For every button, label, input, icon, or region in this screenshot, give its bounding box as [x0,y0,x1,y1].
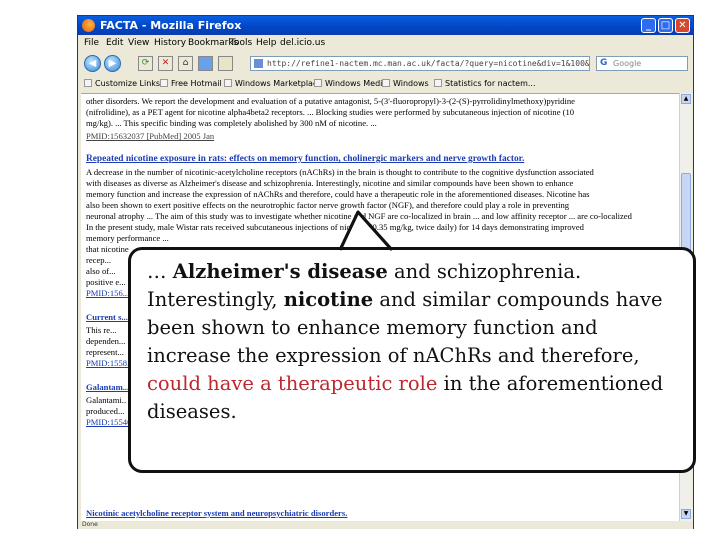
search-placeholder: Google [613,59,642,68]
snippet-line: other disorders. We report the developme… [86,96,575,106]
url-text: http://refine1-nactem.mc.man.ac.uk/facta… [267,59,590,68]
abstract-fragment: represent... [86,347,124,357]
abstract-line: memory performance ... [86,233,169,243]
menu-view[interactable]: View [128,38,149,48]
callout-nicotine: nicotine [283,288,374,311]
bookmarks-toolbar: Customize Links Free Hotmail Windows Mar… [78,77,693,91]
article-title-link[interactable]: Galantam... [86,382,130,393]
callout-alzheimers: Alzheimer's disease [172,260,388,283]
menu-file[interactable]: File [84,38,99,48]
bookmark-windows-marketplace[interactable]: Windows Marketplace [224,79,322,88]
bookmark-windows-media[interactable]: Windows Media [314,79,387,88]
callout-text: … Alzheimer's disease and schizophrenia.… [147,258,687,426]
article-title-link[interactable]: Current s... [86,312,130,323]
status-text: Done [82,521,98,528]
snippet-line: (nifrolidine), as a PET agent for nicoti… [86,107,575,117]
menu-bar: File Edit View History Bookmarks Tools H… [78,36,693,51]
callout-nachrs: n [412,344,426,367]
bookmark-icon [314,79,322,87]
pmid-link[interactable]: PMID:1558... [86,358,130,369]
article-title-link[interactable]: Nicotinic acetylcholine receptor system … [86,508,674,519]
abstract-fragment: dependen... [86,336,126,346]
forward-button[interactable]: ▶ [104,55,121,72]
window-title: FACTA - Mozilla Firefox [100,19,242,32]
minimize-button[interactable]: _ [641,18,656,33]
bookmark-free-hotmail[interactable]: Free Hotmail [160,79,222,88]
bookmark-customize-links[interactable]: Customize Links [84,79,160,88]
callout-therapeutic-role: could have a therapeutic role [147,372,438,395]
bookmark-icon [160,79,168,87]
search-input[interactable]: G Google [596,56,688,71]
abstract-line: In the present study, male Wistar rats r… [86,222,584,232]
bookmark-icon [84,79,92,87]
reload-button[interactable]: ⟳ [138,56,153,71]
abstract-fragment: This re... [86,325,117,335]
status-bar: Done [78,521,693,529]
abstract-line: with diseases as diverse as Alzheimer's … [86,178,574,188]
bookmark-windows[interactable]: Windows [382,79,429,88]
pmid-link[interactable]: PMID:15632037 [PubMed] 2005 Jan [86,131,674,142]
bookmark-icon [382,79,390,87]
toolbar-extension-icon[interactable] [198,56,213,71]
abstract-fragment: Galantami... [86,395,126,405]
abstract-fragment: positive e... [86,277,126,287]
menu-help[interactable]: Help [256,38,277,48]
close-button[interactable]: ✕ [675,18,690,33]
url-bar[interactable]: http://refine1-nactem.mc.man.ac.uk/facta… [250,56,590,71]
firefox-icon [82,19,95,32]
menu-edit[interactable]: Edit [106,38,123,48]
menu-history[interactable]: History [154,38,186,48]
back-button[interactable]: ◀ [84,55,101,72]
bookmark-icon [434,79,442,87]
google-icon: G [600,58,608,68]
callout-nachrs-end: Rs and therefore, [467,344,640,367]
callout-nachrs-mid: ACh [425,344,467,367]
toolbar-extension-icon-2[interactable] [218,56,233,71]
snippet-line: mg/kg). ... This specific binding was co… [86,118,377,128]
home-button[interactable]: ⌂ [178,56,193,71]
bookmark-statistics[interactable]: Statistics for nactem... [434,79,536,88]
scroll-up-icon[interactable]: ▲ [681,94,691,104]
abstract-line: also been shown to exert positive effect… [86,200,570,210]
stop-button[interactable]: ✕ [158,56,173,71]
abstract-line: neuronal atrophy ... The aim of this stu… [86,211,632,221]
article-title-link[interactable]: Repeated nicotine exposure in rats: effe… [86,154,674,165]
abstract-fragment: also of... [86,266,116,276]
abstract-line: A decrease in the number of nicotinic-ac… [86,167,594,177]
abstract-line: memory function and increase the express… [86,189,590,199]
menu-tools[interactable]: Tools [230,38,252,48]
navigation-toolbar: ◀ ▶ ⟳ ✕ ⌂ http://refine1-nactem.mc.man.a… [78,52,693,76]
callout-lead: … [147,260,173,283]
abstract-fragment: produced... [86,406,125,416]
page-favicon-icon [254,59,263,68]
title-bar: FACTA - Mozilla Firefox _ □ ✕ [78,16,693,35]
pmid-link[interactable]: PMID:156... [86,288,130,299]
menu-delicious[interactable]: del.icio.us [280,38,325,48]
bookmark-icon [224,79,232,87]
scroll-down-icon[interactable]: ▼ [681,509,691,519]
abstract-fragment: recep... [86,255,112,265]
maximize-button[interactable]: □ [658,18,673,33]
